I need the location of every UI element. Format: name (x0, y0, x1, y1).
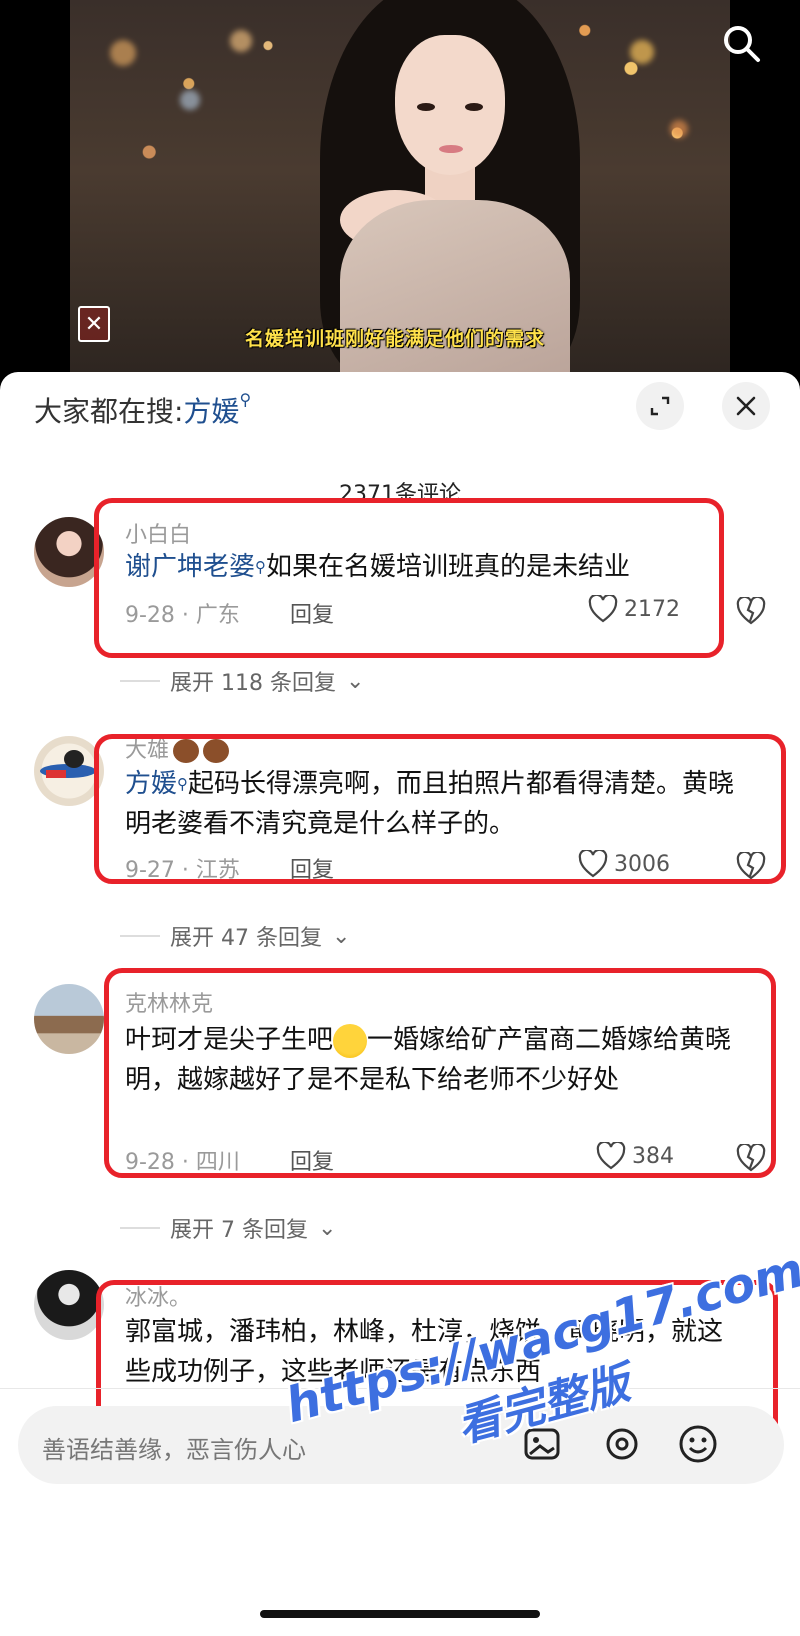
like-count: 384 (632, 1143, 674, 1169)
search-small-icon: ⚲ (255, 558, 267, 576)
search-small-icon: ⚲ (177, 775, 189, 793)
heart-icon (588, 595, 618, 623)
chevron-down-icon: ⌄ (317, 1215, 337, 1241)
expand-replies-label: 展开 47 条回复 (170, 926, 322, 951)
expand-icon (650, 396, 670, 416)
comment-meta: 9-28 · 广东 (125, 603, 240, 628)
divider-line (120, 1227, 160, 1229)
search-icon[interactable] (720, 22, 764, 66)
sheet-header: 大家都在搜:方媛⚲ (0, 372, 800, 452)
comment-body: 叶珂才是尖子生吧 (125, 1025, 334, 1055)
comment-body: 如果在名媛培训班真的是未结业 (266, 552, 631, 582)
expand-replies[interactable]: 展开 118 条回复 ⌄ (120, 665, 364, 697)
heart-icon (596, 1142, 626, 1170)
dislike-icon[interactable] (736, 1144, 766, 1172)
comment-meta: 9-28 · 四川 (125, 1150, 240, 1175)
comment-author[interactable]: 小白白 (125, 517, 191, 549)
comment-author[interactable]: 冰冰。 (125, 1280, 191, 1312)
like-button[interactable]: 2172 (588, 595, 680, 623)
avatar[interactable] (34, 1270, 104, 1340)
comment-author[interactable]: 大雄 (125, 732, 230, 764)
emoji-icon[interactable] (674, 1420, 722, 1468)
chevron-down-icon: ⌄ (345, 668, 365, 694)
hot-search-prefix: 大家都在搜: (34, 395, 184, 428)
avatar[interactable] (34, 517, 104, 587)
reply-button[interactable]: 回复 (290, 852, 334, 884)
search-small-icon: ⚲ (239, 390, 252, 409)
avatar[interactable] (34, 736, 104, 806)
divider-line (120, 935, 160, 937)
comment-author[interactable]: 克林林克 (125, 986, 213, 1018)
dislike-icon[interactable] (736, 852, 766, 880)
expand-replies[interactable]: 展开 7 条回复 ⌄ (120, 1212, 336, 1244)
comment-text: 方媛⚲起码长得漂亮啊，而且拍照片都看得清楚。黄晓明老婆看不清究竟是什么样子的。 (125, 764, 745, 844)
avatar[interactable] (34, 984, 104, 1054)
hot-search-keyword[interactable]: 方媛 (183, 395, 239, 428)
comment-text: 谢广坤老婆⚲如果在名媛培训班真的是未结业 (125, 547, 745, 587)
video-badge-icon: ✕ (78, 306, 110, 342)
comment-body: 起码长得漂亮啊，而且拍照片都看得清楚。黄晓明老婆看不清究竟是什么样子的。 (125, 769, 735, 839)
like-button[interactable]: 3006 (578, 850, 670, 878)
video-frame (70, 0, 730, 380)
comment-search-link[interactable]: 方媛 (125, 769, 177, 799)
video-player[interactable]: ✕ 名媛培训班刚好能满足他们的需求 (0, 0, 800, 380)
author-name: 大雄 (125, 738, 170, 763)
bear-emoji-icon (173, 739, 200, 763)
woman-figure (300, 0, 600, 380)
divider-line (120, 680, 160, 682)
dislike-icon[interactable] (736, 597, 766, 625)
expand-replies-label: 展开 7 条回复 (170, 1218, 308, 1243)
at-mention-icon[interactable] (598, 1420, 646, 1468)
heart-icon (578, 850, 608, 878)
reply-button[interactable]: 回复 (290, 1144, 334, 1176)
expand-sheet-button[interactable] (636, 382, 684, 430)
close-sheet-button[interactable] (722, 382, 770, 430)
comment-search-link[interactable]: 谢广坤老婆 (125, 552, 255, 582)
like-button[interactable]: 384 (596, 1142, 674, 1170)
video-subtitle: 名媛培训班刚好能满足他们的需求 (245, 328, 546, 350)
laughing-crying-emoji-icon (333, 1023, 368, 1058)
expand-replies[interactable]: 展开 47 条回复 ⌄ (120, 920, 350, 952)
close-icon (736, 396, 756, 416)
like-count: 3006 (614, 851, 670, 877)
chevron-down-icon: ⌄ (331, 923, 351, 949)
bear-emoji-icon (203, 739, 230, 763)
hot-search[interactable]: 大家都在搜:方媛⚲ (34, 390, 251, 430)
comment-text: 叶珂才是尖子生吧 一婚嫁给矿产富商二婚嫁给黄晓明，越嫁越好了是不是私下给老师不少好… (125, 1020, 745, 1100)
like-count: 2172 (624, 596, 680, 622)
home-indicator[interactable] (260, 1610, 540, 1618)
reply-button[interactable]: 回复 (290, 597, 334, 629)
expand-replies-label: 展开 118 条回复 (170, 671, 336, 696)
comment-input-placeholder: 善语结善缘，恶言伤人心 (42, 1436, 306, 1464)
comment-meta: 9-27 · 江苏 (125, 858, 240, 883)
comment-count: 2371条评论 (339, 482, 461, 507)
